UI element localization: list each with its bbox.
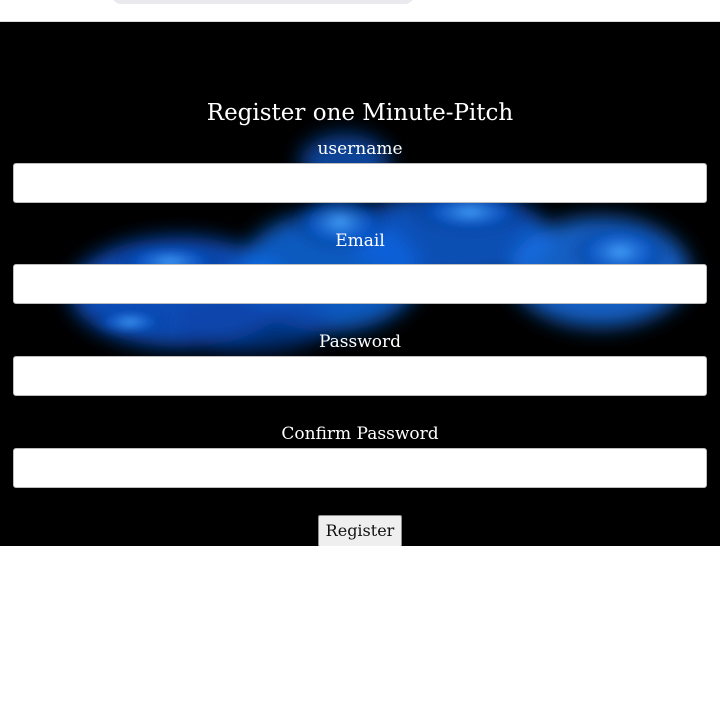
address-bar[interactable] [112,0,414,4]
page-title: Register one Minute-Pitch [206,100,514,126]
register-hero: Register one Minute-Pitch username Email… [0,22,720,546]
username-label: username [317,139,403,159]
password-field[interactable] [13,356,707,396]
register-button[interactable]: Register [318,515,402,546]
email-field[interactable] [13,264,707,304]
confirm-password-label: Confirm Password [281,424,439,444]
browser-top-bar [0,0,720,22]
email-label: Email [335,231,385,251]
username-field[interactable] [13,163,707,203]
confirm-password-field[interactable] [13,448,707,488]
password-label: Password [318,332,402,352]
